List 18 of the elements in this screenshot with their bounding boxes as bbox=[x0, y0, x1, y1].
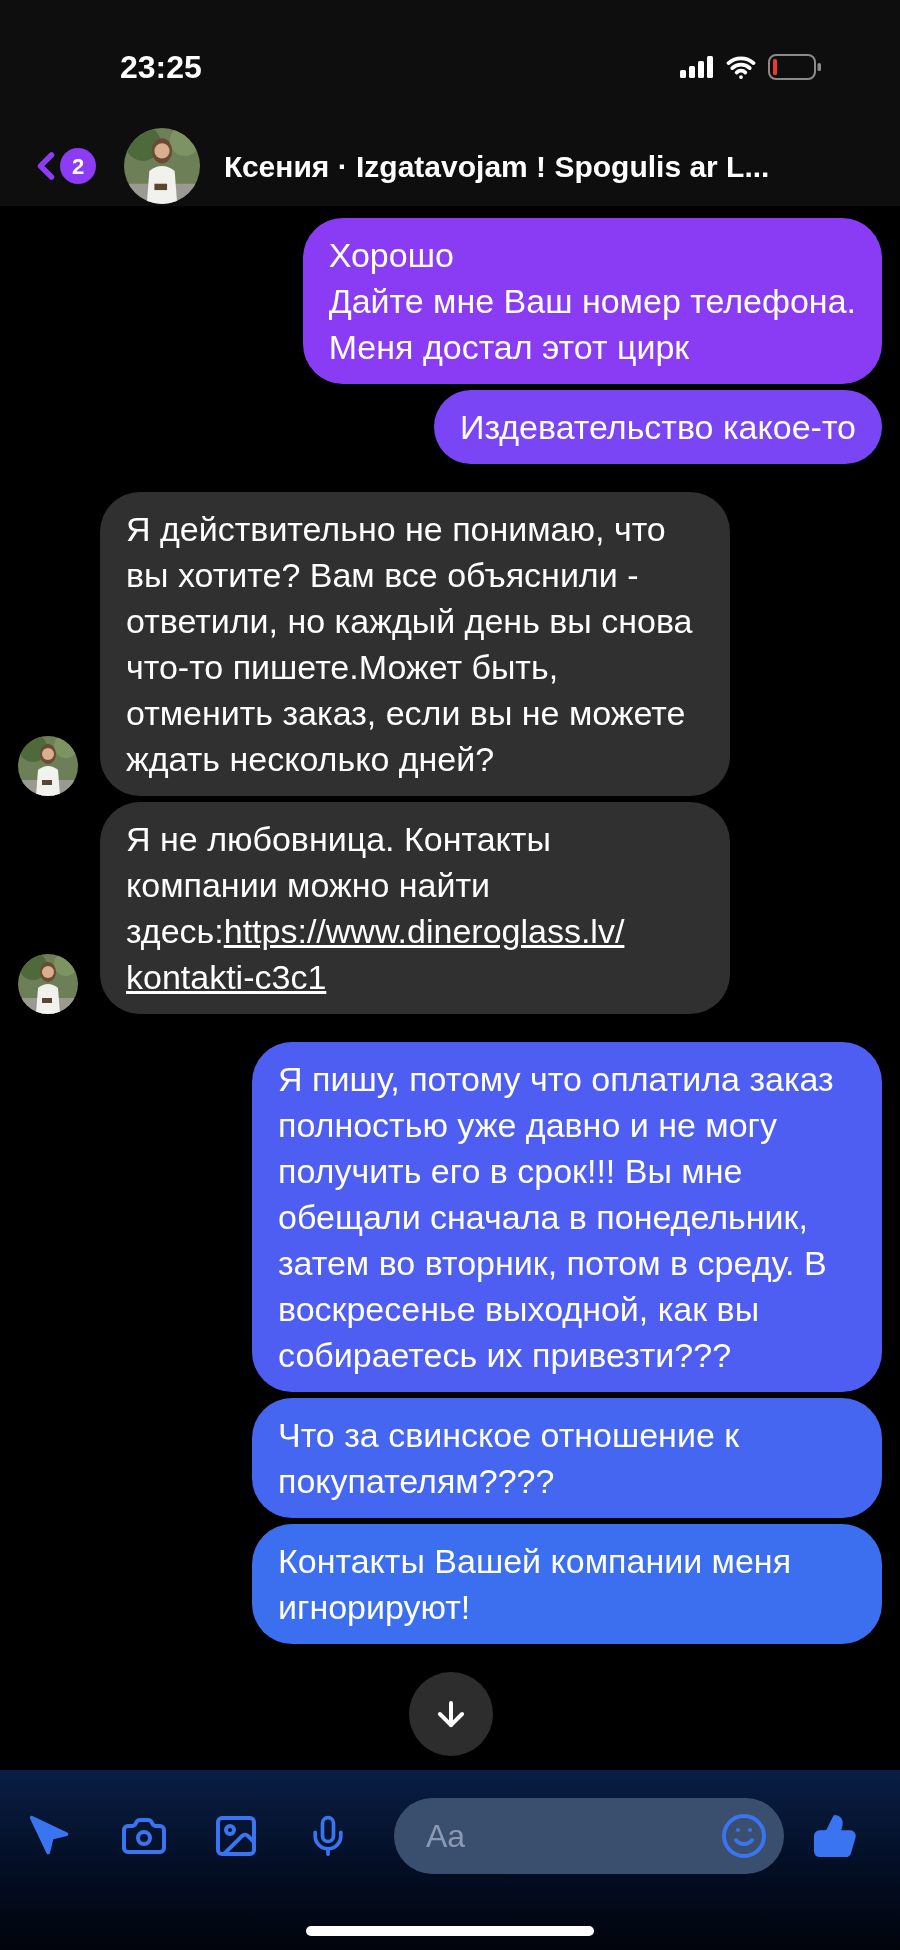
message-field[interactable]: Aa bbox=[394, 1798, 784, 1874]
message-bubble: Что за свинское отношение к покупателям???? bbox=[252, 1398, 882, 1518]
link[interactable]: https://www.dineroglass.lv/ bbox=[223, 912, 625, 950]
clock-time: 23:25 bbox=[120, 48, 202, 87]
message-bubble: Контакты Вашей компании меня игнорируют! bbox=[252, 1524, 882, 1644]
message-bubble: Я не любовница. Контакты компании можно найти здесь:https://www.dineroglass.lv/ kontakti-c3c1 bbox=[100, 802, 730, 1014]
message-bubble: Я действительно не понимаю, что вы хотите? Вам все объяснили - ответили, но каждый день вы снова что-то пишете.Может быть, отменить заказ, если вы не можете ждать несколько дней? bbox=[100, 492, 730, 796]
back-button[interactable]: 2 bbox=[24, 144, 96, 188]
message-input[interactable]: Aa bbox=[426, 1812, 720, 1860]
message-bubble: Хорошо Дайте мне Ваш номер телефона. Меня достал этот цирк bbox=[302, 218, 882, 384]
thumbs-up-icon[interactable] bbox=[812, 1813, 858, 1859]
unread-badge: 2 bbox=[60, 148, 96, 184]
message-bubble: Я пишу, потому что оплатила заказ полностью уже давно и не могу получить его в срок!!! Вы мне обещали сначала в понедельник, затем во вторник, потом в среду. В воскресенье выходной, как вы собираетесь их привезти??? bbox=[252, 1042, 882, 1392]
link[interactable]: kontakti-c3c1 bbox=[126, 958, 327, 996]
signal-icon bbox=[680, 56, 714, 78]
message-bubble: Издевательство какое-то bbox=[433, 390, 882, 464]
battery-icon bbox=[768, 54, 822, 80]
chat-title[interactable]: Ксения · Izgatavojam ! Spogulis ar L... bbox=[224, 143, 770, 189]
